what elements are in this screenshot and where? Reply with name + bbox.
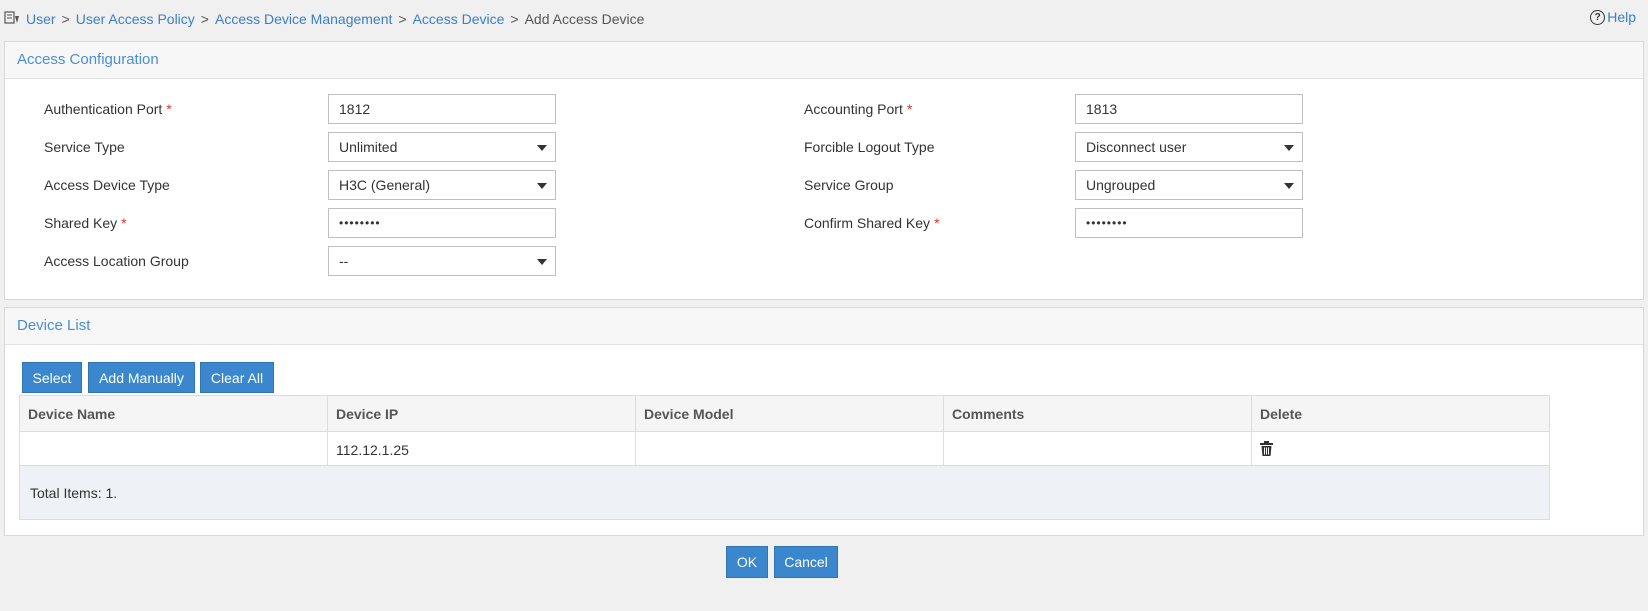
device-type-select[interactable]: H3C (General) <box>328 170 556 200</box>
auth-port-label: Authentication Port * <box>44 94 172 124</box>
service-type-select[interactable]: Unlimited <box>328 132 556 162</box>
column-device-model[interactable]: Device Model <box>635 395 944 432</box>
shared-key-label: Shared Key * <box>44 208 127 238</box>
service-group-value: Ungrouped <box>1086 177 1156 193</box>
select-button[interactable]: Select <box>22 362 82 393</box>
required-mark: * <box>121 215 127 231</box>
access-configuration-panel: Access Configuration Authentication Port… <box>4 41 1644 300</box>
breadcrumb-separator: > <box>510 11 519 27</box>
access-configuration-title: Access Configuration <box>5 42 1643 79</box>
logout-type-value: Disconnect user <box>1086 139 1187 155</box>
cell-comments <box>943 431 1252 469</box>
column-delete: Delete <box>1251 395 1550 432</box>
location-group-label: Access Location Group <box>44 253 189 269</box>
logout-type-select[interactable]: Disconnect user <box>1075 132 1303 162</box>
column-device-name[interactable]: Device Name <box>19 395 328 432</box>
confirm-key-input[interactable]: •••••••• <box>1075 208 1303 238</box>
required-mark: * <box>906 101 913 117</box>
dropdown-caret-icon <box>1284 145 1294 151</box>
shared-key-label-text: Shared Key <box>44 215 118 231</box>
cell-delete <box>1251 431 1550 469</box>
breadcrumb-access-device[interactable]: Access Device <box>413 11 505 27</box>
confirm-key-label-text: Confirm Shared Key <box>804 215 931 231</box>
service-group-select[interactable]: Ungrouped <box>1075 170 1303 200</box>
dropdown-caret-icon <box>537 259 547 265</box>
acct-port-label: Accounting Port * <box>804 94 912 124</box>
breadcrumb-access-device-management[interactable]: Access Device Management <box>215 11 392 27</box>
location-group-select[interactable]: -- <box>328 246 556 276</box>
auth-port-input[interactable]: 1812 <box>328 94 556 124</box>
breadcrumb-current: Add Access Device <box>524 11 645 27</box>
service-group-label: Service Group <box>804 177 894 193</box>
breadcrumb: User > User Access Policy > Access Devic… <box>4 9 644 29</box>
user-menu-icon <box>4 10 20 28</box>
device-table: Device Name Device IP Device Model Comme… <box>19 395 1550 469</box>
auth-port-label-text: Authentication Port <box>44 101 163 117</box>
required-mark: * <box>166 101 172 117</box>
breadcrumb-separator: > <box>61 11 70 27</box>
help-icon: ? <box>1590 9 1606 25</box>
breadcrumb-separator: > <box>398 11 407 27</box>
cell-device-ip: 112.12.1.25 <box>327 431 636 469</box>
dropdown-caret-icon <box>537 145 547 151</box>
total-items: Total Items: 1. <box>19 465 1550 520</box>
breadcrumb-user[interactable]: User <box>26 11 56 27</box>
clear-all-button[interactable]: Clear All <box>200 362 274 393</box>
add-manually-button[interactable]: Add Manually <box>88 362 195 393</box>
service-type-label: Service Type <box>44 139 125 155</box>
trash-icon[interactable] <box>1260 441 1273 459</box>
column-device-ip[interactable]: Device IP <box>327 395 636 432</box>
logout-type-label: Forcible Logout Type <box>804 139 935 155</box>
ok-button[interactable]: OK <box>726 546 768 578</box>
acct-port-input[interactable]: 1813 <box>1075 94 1303 124</box>
breadcrumb-separator: > <box>200 11 209 27</box>
cancel-button[interactable]: Cancel <box>774 546 838 578</box>
table-header-row: Device Name Device IP Device Model Comme… <box>19 395 1550 432</box>
cell-device-model <box>635 431 944 469</box>
dropdown-caret-icon <box>1284 183 1294 189</box>
breadcrumb-user-access-policy[interactable]: User Access Policy <box>76 11 195 27</box>
device-type-label: Access Device Type <box>44 177 170 193</box>
device-type-value: H3C (General) <box>339 177 431 193</box>
cell-device-name <box>19 431 328 469</box>
help-link[interactable]: ? Help <box>1590 9 1636 25</box>
location-group-value: -- <box>339 253 349 269</box>
shared-key-input[interactable]: •••••••• <box>328 208 556 238</box>
required-mark: * <box>934 215 940 231</box>
table-row: 112.12.1.25 <box>19 431 1550 469</box>
help-label: Help <box>1607 9 1636 25</box>
column-comments[interactable]: Comments <box>943 395 1252 432</box>
device-list-title: Device List <box>5 308 1643 345</box>
dropdown-caret-icon <box>537 183 547 189</box>
acct-port-label-text: Accounting Port <box>804 101 903 117</box>
confirm-key-label: Confirm Shared Key * <box>804 208 940 238</box>
service-type-value: Unlimited <box>339 139 398 155</box>
